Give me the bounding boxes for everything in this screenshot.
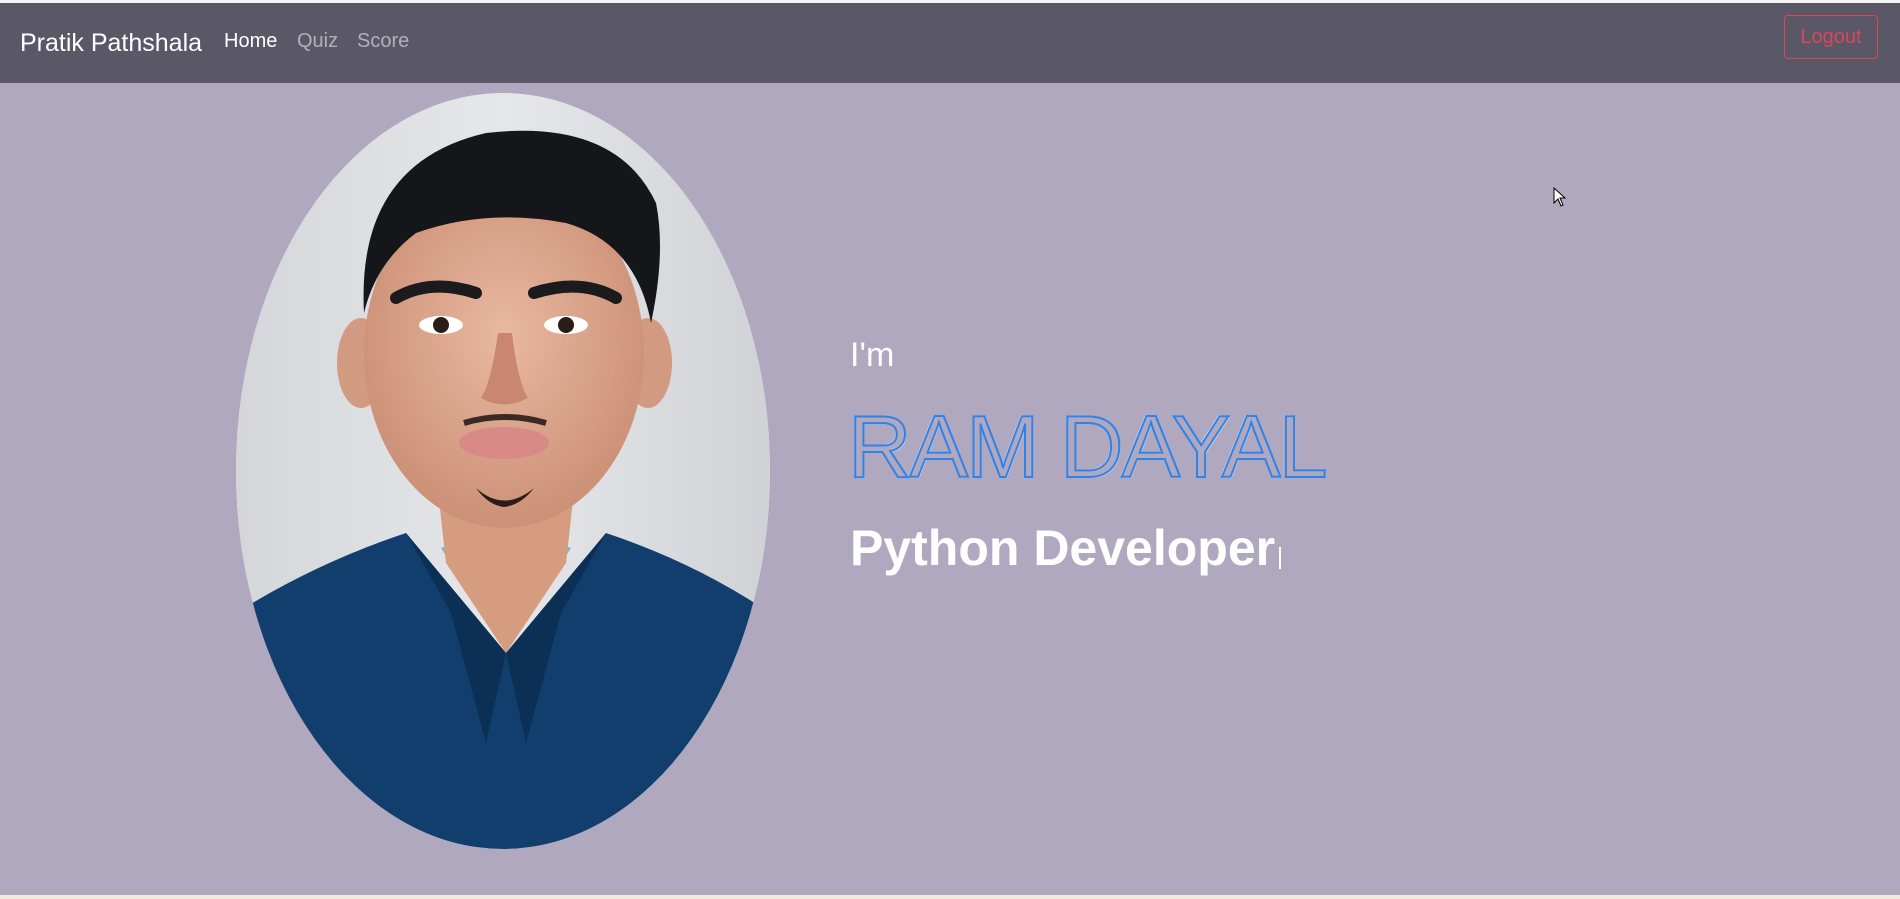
nav-link-score[interactable]: Score (357, 30, 409, 53)
typing-caret (1279, 547, 1282, 569)
nav-link-quiz[interactable]: Quiz (297, 30, 338, 53)
logout-button[interactable]: Logout (1784, 15, 1878, 59)
role-text: Python Developer (850, 520, 1276, 576)
hero-role: Python Developer (850, 519, 1282, 577)
mouse-pointer-icon (1553, 187, 1567, 207)
hero-name: RAM DAYAL (847, 397, 1329, 496)
nav-link-home[interactable]: Home (224, 30, 277, 53)
brand-logo-text[interactable]: Pratik Pathshala (20, 29, 202, 58)
page-bottom-edge (0, 895, 1900, 899)
navbar: Pratik Pathshala Home Quiz Score Logout (0, 3, 1900, 83)
intro-text: I'm (850, 336, 895, 374)
hero-section: I'm RAM DAYAL Python Developer (0, 83, 1900, 895)
profile-photo (236, 93, 770, 849)
